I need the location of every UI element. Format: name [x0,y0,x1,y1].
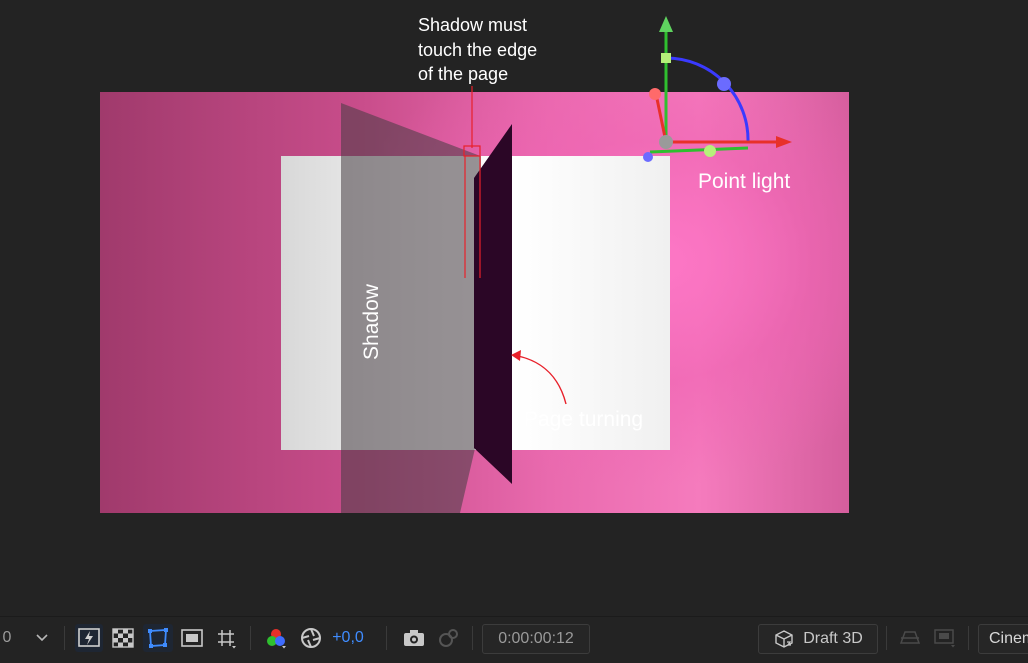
y-handle [661,53,671,63]
divider [386,626,387,650]
composition-viewer[interactable]: Shadow Shadow must touch the edge of the… [0,0,1028,616]
active-camera-dropdown[interactable]: Cinem [978,624,1028,654]
divider [472,626,473,650]
current-time-display[interactable]: 0:00:00:12 [482,624,590,654]
cube-icon [773,629,795,649]
shadow-label: Shadow [360,284,383,360]
page-turning-label: Page turning [524,408,644,431]
ground-plane-icon[interactable] [930,624,960,652]
composition-frame[interactable]: Shadow [100,92,849,513]
renderer-label: Draft 3D [803,630,863,647]
exposure-value[interactable]: +0,0 [328,624,368,652]
extended-viewer-icon[interactable] [896,624,924,652]
shadow-note-line-2: touch the edge [418,39,538,60]
divider [968,626,969,650]
shadow-note-line-3: of the page [418,64,509,84]
reset-exposure-icon[interactable] [297,624,325,652]
divider [64,626,65,650]
mask-path-visibility-icon[interactable] [143,624,173,652]
shadow-note: Shadow must touch the edge of the page [418,13,578,87]
zoom-dropdown-chevron-icon[interactable] [32,624,52,652]
y-axis-arrow [659,16,673,32]
blue-handle [717,77,731,91]
turning-page-layer[interactable] [474,124,512,484]
renderer-button[interactable]: Draft 3D [758,624,878,654]
viewer-toolbar: 0 +0,0 0:00:00:12 Draft 3D Cine [0,616,1028,663]
point-light-label: Point light [698,170,791,193]
region-of-interest-icon[interactable] [178,624,206,652]
take-snapshot-icon[interactable] [400,624,428,652]
color-channels-icon[interactable] [262,624,290,652]
zoom-value[interactable]: 0 [0,624,14,652]
divider [886,626,887,650]
divider [250,626,251,650]
show-snapshot-icon[interactable] [434,624,462,652]
shadow-note-line-1: Shadow must [418,15,528,35]
fast-preview-icon[interactable] [75,624,103,652]
grid-guide-options-icon[interactable] [212,624,240,652]
transparency-grid-icon[interactable] [109,624,137,652]
